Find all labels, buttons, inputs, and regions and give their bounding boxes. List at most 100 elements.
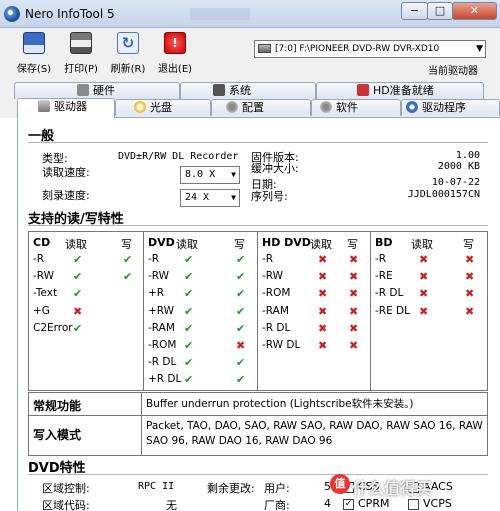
divider bbox=[28, 142, 488, 143]
check-icon: ✔ bbox=[236, 356, 246, 370]
region-code-label: 区域代码: bbox=[42, 499, 90, 511]
cross-icon: ✖ bbox=[419, 253, 429, 266]
hddvd-read-header: 读取 bbox=[310, 238, 332, 251]
chevron-down-icon: ▼ bbox=[476, 44, 483, 54]
dvd-format-label: -RAM bbox=[148, 321, 175, 334]
tab-hd-ready[interactable]: HD准备就绪 bbox=[316, 82, 484, 99]
save-button[interactable]: 保存(S) bbox=[10, 32, 58, 76]
dvd-format-label: -R bbox=[148, 253, 160, 265]
hddvd-format-label: -ROM bbox=[262, 287, 291, 300]
cross-icon: ✖ bbox=[73, 304, 83, 318]
general-features-label: 常规功能 bbox=[33, 399, 82, 413]
maximize-button[interactable]: □ bbox=[427, 2, 453, 20]
dvd-title-text: DVD bbox=[148, 236, 175, 249]
drive-select[interactable]: [7:0] F:\PIONEER DVD-RW DVR-XD10 ▼ bbox=[254, 40, 486, 58]
tab-disc-label: 光盘 bbox=[150, 101, 172, 114]
hddvd-format-label: -R DL bbox=[262, 321, 291, 334]
tab-driver[interactable]: 驱动程序 bbox=[401, 99, 500, 116]
hddvd-format-label: -RW DL bbox=[262, 339, 301, 351]
chevron-down-icon: ▼ bbox=[231, 193, 236, 202]
check-icon: ✔ bbox=[184, 304, 194, 318]
cd-format-label: -Text bbox=[33, 287, 58, 300]
bd-format-label: -RE DL bbox=[375, 304, 410, 317]
nero-app-icon bbox=[4, 6, 20, 22]
cd-format-label: C2Error bbox=[33, 321, 73, 334]
exit-icon: ! bbox=[164, 32, 186, 54]
cross-icon: ✖ bbox=[465, 270, 475, 284]
vendor-label: 厂商: bbox=[264, 499, 290, 511]
cross-icon: ✖ bbox=[349, 339, 359, 352]
tab-hardware-label: 硬件 bbox=[93, 84, 115, 97]
write-modes-label: 写入模式 bbox=[33, 428, 82, 442]
minimize-button[interactable]: − bbox=[401, 2, 428, 20]
date-value: 10-07-22 bbox=[431, 177, 480, 188]
cprm-checkbox[interactable]: ✓ bbox=[343, 499, 354, 510]
exit-button[interactable]: ! 退出(E) bbox=[151, 32, 199, 76]
tab-software[interactable]: 软件 bbox=[311, 99, 401, 116]
hd-ready-icon bbox=[357, 84, 369, 96]
tab-software-label: 软件 bbox=[336, 101, 358, 114]
print-label: 打印(P) bbox=[64, 64, 98, 75]
dvd-capability-group: DVD 读取 写 -R ✔ ✔ -RW ✔ ✔ +R ✔ ✔ +RW ✔ ✔ -RAM ✔ ✔ -ROM ✔ ✖ -R D… bbox=[144, 232, 258, 390]
type-value: DVD±R/RW DL Recorder bbox=[118, 151, 239, 162]
window-title: Nero InfoTool 5 bbox=[25, 7, 115, 21]
region-control-value: RPC II bbox=[138, 481, 175, 492]
check-icon: ✔ bbox=[184, 321, 194, 335]
bd-format-label: -R DL bbox=[375, 287, 404, 300]
dvd-read-header: 读取 bbox=[176, 238, 198, 251]
check-icon: ✔ bbox=[236, 304, 246, 318]
remaining-changes-label: 剩余更改: bbox=[207, 482, 255, 495]
bd-write-header: 写 bbox=[463, 238, 474, 251]
check-icon: ✔ bbox=[123, 253, 133, 266]
hardware-icon bbox=[77, 84, 89, 96]
tab-hd-ready-label: HD准备就绪 bbox=[373, 84, 434, 97]
optical-drive-icon bbox=[258, 44, 271, 53]
vcps-checkbox[interactable] bbox=[408, 499, 419, 510]
cross-icon: ✖ bbox=[465, 304, 475, 318]
check-icon: ✔ bbox=[123, 270, 133, 284]
write-speed-select[interactable]: 24 X ▼ bbox=[180, 189, 240, 207]
drive-icon bbox=[38, 100, 50, 112]
dvd-title: DVD bbox=[148, 236, 175, 249]
tab-system[interactable]: 系统 bbox=[180, 82, 316, 99]
read-speed-select[interactable]: 8.0 X ▼ bbox=[180, 166, 240, 184]
user-label: 用户: bbox=[264, 482, 290, 495]
cross-icon: ✖ bbox=[349, 253, 359, 266]
cd-capability-group: CD 读取写 -R ✔ ✔ -RW ✔ ✔ -Text ✔ +G ✖ C2Error ✔ bbox=[29, 232, 144, 390]
refresh-button[interactable]: ↻ 刷新(R) bbox=[104, 32, 152, 76]
cd-format-label: -RW bbox=[33, 270, 55, 283]
tab-disc[interactable]: 光盘 bbox=[115, 99, 211, 116]
features-table: 常规功能 Buffer underrun protection (Lightsc… bbox=[28, 392, 488, 456]
tab-drive[interactable]: 驱动器 bbox=[17, 98, 115, 118]
tab-config[interactable]: 配置 bbox=[211, 99, 311, 116]
check-icon: ✔ bbox=[184, 253, 194, 266]
dvd-format-label: +R bbox=[148, 287, 165, 300]
close-button[interactable]: ✕ bbox=[452, 2, 497, 20]
region-code-value: 无 bbox=[166, 499, 177, 511]
cross-icon: ✖ bbox=[349, 321, 359, 335]
hddvd-format-label: -RAM bbox=[262, 304, 289, 317]
tab-config-label: 配置 bbox=[242, 101, 264, 114]
hddvd-format-label: -RW bbox=[262, 270, 284, 283]
check-icon: ✔ bbox=[184, 339, 194, 352]
read-speed-value: 8.0 X bbox=[185, 169, 216, 180]
cd-read-header: 读取 bbox=[65, 238, 87, 251]
firmware-value: 1.00 bbox=[455, 150, 480, 161]
cross-icon: ✖ bbox=[349, 287, 359, 301]
write-modes-value: Packet, TAO, DAO, SAO, RAW SAO, RAW DAO,… bbox=[146, 420, 483, 447]
buffer-value: 2000 KB bbox=[437, 161, 480, 172]
gear-icon bbox=[226, 101, 238, 113]
print-button[interactable]: 打印(P) bbox=[57, 32, 105, 76]
capabilities-box: CD 读取写 -R ✔ ✔ -RW ✔ ✔ -Text ✔ +G ✖ C2Error ✔ DVD 读取写 -R… bbox=[28, 231, 488, 391]
cross-icon: ✖ bbox=[318, 339, 328, 352]
write-speed-value: 24 X bbox=[185, 192, 210, 203]
save-label: 保存(S) bbox=[16, 64, 52, 75]
title-bar: Nero InfoTool 5 − □ ✕ bbox=[0, 0, 500, 28]
tab-hardware[interactable]: 硬件 bbox=[14, 82, 180, 99]
dvd-format-label: +RW bbox=[148, 304, 175, 317]
drive-select-value: [7:0] F:\PIONEER DVD-RW DVR-XD10 bbox=[275, 44, 440, 54]
check-icon: ✔ bbox=[236, 253, 246, 266]
hddvd-capability-group: HD DVD 读取 写 -R ✖ ✖ -RW ✖ ✖ -ROM ✖ ✖ -RAM ✖ ✖ -R DL ✖ ✖ -RW… bbox=[258, 232, 371, 390]
divider bbox=[141, 393, 142, 455]
cd-write-header: 写 bbox=[121, 238, 132, 251]
